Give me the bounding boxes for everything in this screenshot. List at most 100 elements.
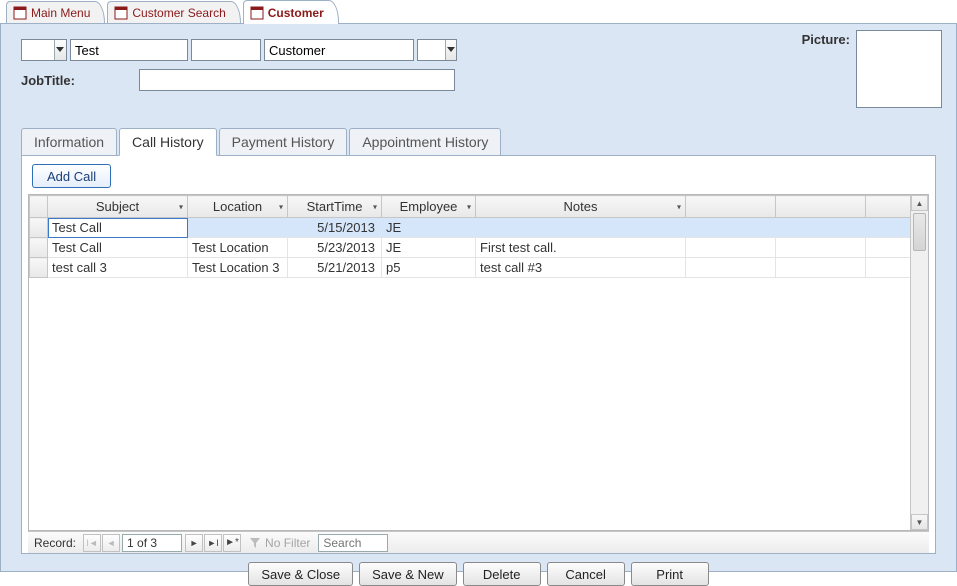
- form-icon: [13, 6, 27, 20]
- name-fields-row: [21, 38, 936, 62]
- doc-tab-label: Main Menu: [31, 6, 90, 20]
- chevron-down-icon[interactable]: ▾: [179, 202, 183, 211]
- tab-call-history[interactable]: Call History: [119, 128, 217, 156]
- detail-tabs: Information Call History Payment History…: [21, 128, 936, 156]
- form-icon: [114, 6, 128, 20]
- tab-appointment-history[interactable]: Appointment History: [349, 128, 501, 155]
- doc-tab-label: Customer: [268, 6, 324, 20]
- last-name-input[interactable]: [265, 40, 413, 60]
- save-close-button[interactable]: Save & Close: [248, 562, 353, 586]
- suffix-input[interactable]: [418, 40, 445, 60]
- col-employee[interactable]: Employee▾: [382, 196, 476, 218]
- doc-tab-customer-search[interactable]: Customer Search: [107, 1, 240, 23]
- picture-block: Picture:: [802, 30, 942, 108]
- table-row[interactable]: Test Call 5/15/2013JE: [30, 218, 928, 238]
- chevron-down-icon[interactable]: ▾: [467, 202, 471, 211]
- form-icon: [250, 6, 264, 20]
- table-row[interactable]: Test CallTest Location5/23/2013JEFirst t…: [30, 238, 928, 258]
- prefix-input[interactable]: [22, 40, 54, 60]
- delete-button[interactable]: Delete: [463, 562, 541, 586]
- form-area: JobTitle: Picture: Information Call Hist…: [0, 24, 957, 572]
- col-subject[interactable]: Subject▾: [48, 196, 188, 218]
- doc-tab-main-menu[interactable]: Main Menu: [6, 1, 105, 23]
- col-starttime[interactable]: StartTime▾: [288, 196, 382, 218]
- nav-next-button[interactable]: ►: [185, 534, 203, 552]
- datasheet: Subject▾ Location▾ StartTime▾ Employee▾ …: [28, 194, 929, 531]
- form-footer-buttons: Save & Close Save & New Delete Cancel Pr…: [21, 562, 936, 586]
- prefix-combo[interactable]: [21, 39, 67, 61]
- cell-location[interactable]: Test Location: [188, 238, 288, 258]
- jobtitle-row: JobTitle:: [21, 68, 936, 92]
- col-notes[interactable]: Notes▾: [476, 196, 686, 218]
- cell-employee[interactable]: JE: [382, 238, 476, 258]
- col-extra[interactable]: [686, 196, 776, 218]
- doc-tab-customer[interactable]: Customer: [243, 0, 339, 24]
- add-call-button[interactable]: Add Call: [32, 164, 111, 188]
- picture-label: Picture:: [802, 30, 850, 47]
- row-selector[interactable]: [30, 238, 48, 258]
- cell-subject[interactable]: Test Call: [48, 218, 188, 238]
- chevron-down-icon[interactable]: ▾: [677, 202, 681, 211]
- last-name-field[interactable]: [264, 39, 414, 61]
- cell-extra[interactable]: [686, 218, 776, 238]
- first-name-field[interactable]: [70, 39, 188, 61]
- cell-starttime[interactable]: 5/15/2013: [288, 218, 382, 238]
- row-selector[interactable]: [30, 258, 48, 278]
- record-label: Record:: [28, 536, 82, 550]
- filter-indicator[interactable]: No Filter: [241, 536, 318, 550]
- funnel-icon: [249, 537, 261, 549]
- record-search-input[interactable]: [318, 534, 388, 552]
- cell-extra[interactable]: [776, 258, 866, 278]
- cell-notes[interactable]: First test call.: [476, 238, 686, 258]
- middle-name-input[interactable]: [192, 40, 260, 60]
- suffix-combo[interactable]: [417, 39, 457, 61]
- jobtitle-input[interactable]: [140, 70, 454, 90]
- tab-information[interactable]: Information: [21, 128, 117, 155]
- select-all-selector[interactable]: [30, 196, 48, 218]
- nav-prev-button[interactable]: ◄: [102, 534, 120, 552]
- row-selector[interactable]: [30, 218, 48, 238]
- cell-starttime[interactable]: 5/21/2013: [288, 258, 382, 278]
- cell-subject[interactable]: test call 3: [48, 258, 188, 278]
- scroll-up-icon[interactable]: ▲: [911, 195, 928, 211]
- chevron-down-icon[interactable]: ▾: [373, 202, 377, 211]
- cell-notes[interactable]: [476, 218, 686, 238]
- nav-last-button[interactable]: ►I: [204, 534, 222, 552]
- first-name-input[interactable]: [71, 40, 187, 60]
- cell-employee[interactable]: p5: [382, 258, 476, 278]
- cancel-button[interactable]: Cancel: [547, 562, 625, 586]
- scroll-down-icon[interactable]: ▼: [911, 514, 928, 530]
- call-history-panel: Add Call Subj: [21, 156, 936, 554]
- cell-location[interactable]: [188, 218, 288, 238]
- dropdown-icon[interactable]: [54, 40, 66, 60]
- cell-starttime[interactable]: 5/23/2013: [288, 238, 382, 258]
- cell-extra[interactable]: [686, 238, 776, 258]
- print-button[interactable]: Print: [631, 562, 709, 586]
- record-position[interactable]: 1 of 3: [122, 534, 182, 552]
- doc-tab-label: Customer Search: [132, 6, 225, 20]
- cell-extra[interactable]: [776, 238, 866, 258]
- vertical-scrollbar[interactable]: ▲ ▼: [910, 195, 928, 530]
- table-row[interactable]: test call 3Test Location 35/21/2013p5tes…: [30, 258, 928, 278]
- cell-extra[interactable]: [776, 218, 866, 238]
- record-nav: Record: I◄ ◄ 1 of 3 ► ►I ►* No Filter: [28, 531, 929, 553]
- dropdown-icon[interactable]: [445, 40, 456, 60]
- picture-box[interactable]: [856, 30, 942, 108]
- save-new-button[interactable]: Save & New: [359, 562, 457, 586]
- jobtitle-field[interactable]: [139, 69, 455, 91]
- cell-location[interactable]: Test Location 3: [188, 258, 288, 278]
- chevron-down-icon[interactable]: ▾: [279, 202, 283, 211]
- jobtitle-label: JobTitle:: [21, 73, 75, 88]
- col-extra[interactable]: [776, 196, 866, 218]
- scroll-thumb[interactable]: [913, 213, 926, 251]
- tab-payment-history[interactable]: Payment History: [219, 128, 348, 155]
- col-location[interactable]: Location▾: [188, 196, 288, 218]
- middle-name-field[interactable]: [191, 39, 261, 61]
- cell-notes[interactable]: test call #3: [476, 258, 686, 278]
- cell-employee[interactable]: JE: [382, 218, 476, 238]
- cell-subject[interactable]: Test Call: [48, 238, 188, 258]
- cell-extra[interactable]: [686, 258, 776, 278]
- nav-first-button[interactable]: I◄: [83, 534, 101, 552]
- nav-new-button[interactable]: ►*: [223, 534, 241, 552]
- calls-table: Subject▾ Location▾ StartTime▾ Employee▾ …: [29, 195, 928, 278]
